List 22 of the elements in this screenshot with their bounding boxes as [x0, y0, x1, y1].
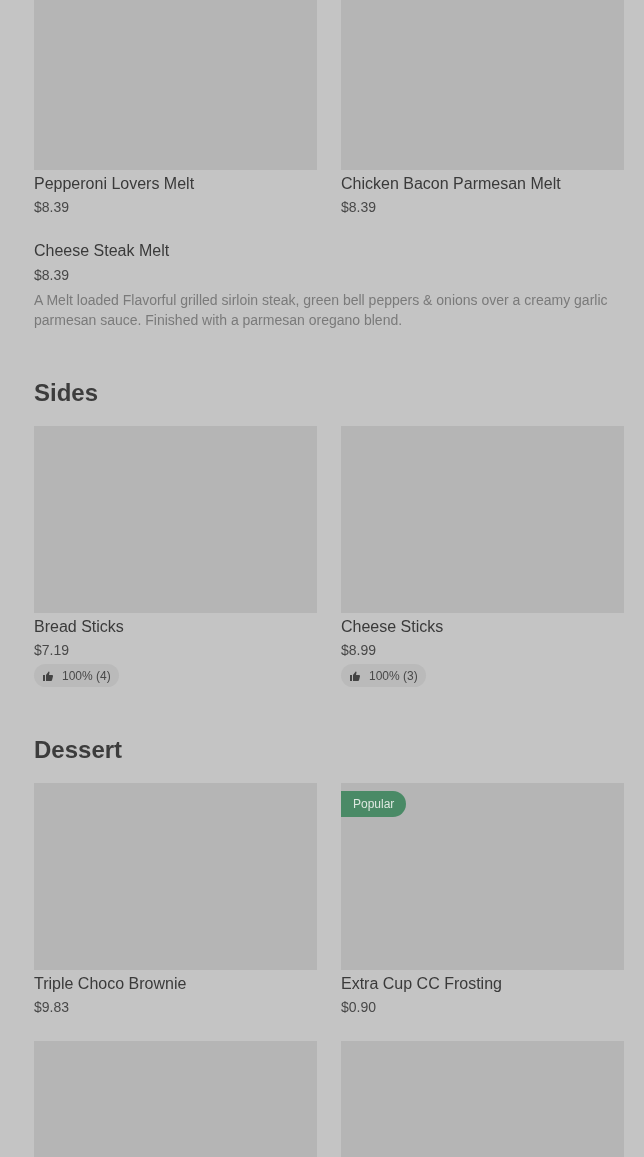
item-name[interactable]: Cheese Sticks: [341, 617, 624, 637]
rating-text: 100% (3): [369, 667, 418, 684]
item-price: $8.39: [341, 198, 378, 217]
item-price: $7.19: [34, 641, 71, 660]
item-price: $8.99: [341, 641, 378, 660]
item-name[interactable]: Extra Cup CC Frosting: [341, 974, 624, 994]
section-heading: Dessert: [34, 735, 124, 765]
item-description: A Melt loaded Flavorful grilled sirloin steak, green bell peppers & onions over a creamy garlic parmesan sauce. Finished with a parmesan oregano blend.: [34, 291, 609, 330]
item-price: $8.39: [34, 266, 71, 285]
popular-badge: Popular: [341, 791, 407, 817]
rating-text: 100% (4): [62, 667, 111, 684]
thumbs-up-icon: [42, 669, 54, 682]
item-price: $9.83: [34, 998, 71, 1017]
thumbs-up-icon: [349, 669, 361, 682]
item-name[interactable]: Chicken Bacon Parmesan Melt: [341, 174, 624, 194]
item-name[interactable]: Pepperoni Lovers Melt: [34, 174, 317, 194]
item-price: $0.90: [341, 998, 378, 1017]
item-name[interactable]: Cheese Steak Melt: [34, 241, 624, 261]
item-price: $8.39: [34, 198, 71, 217]
section-heading: Sides: [34, 378, 100, 408]
item-name[interactable]: Triple Choco Brownie: [34, 974, 317, 994]
item-name[interactable]: Bread Sticks: [34, 617, 317, 637]
